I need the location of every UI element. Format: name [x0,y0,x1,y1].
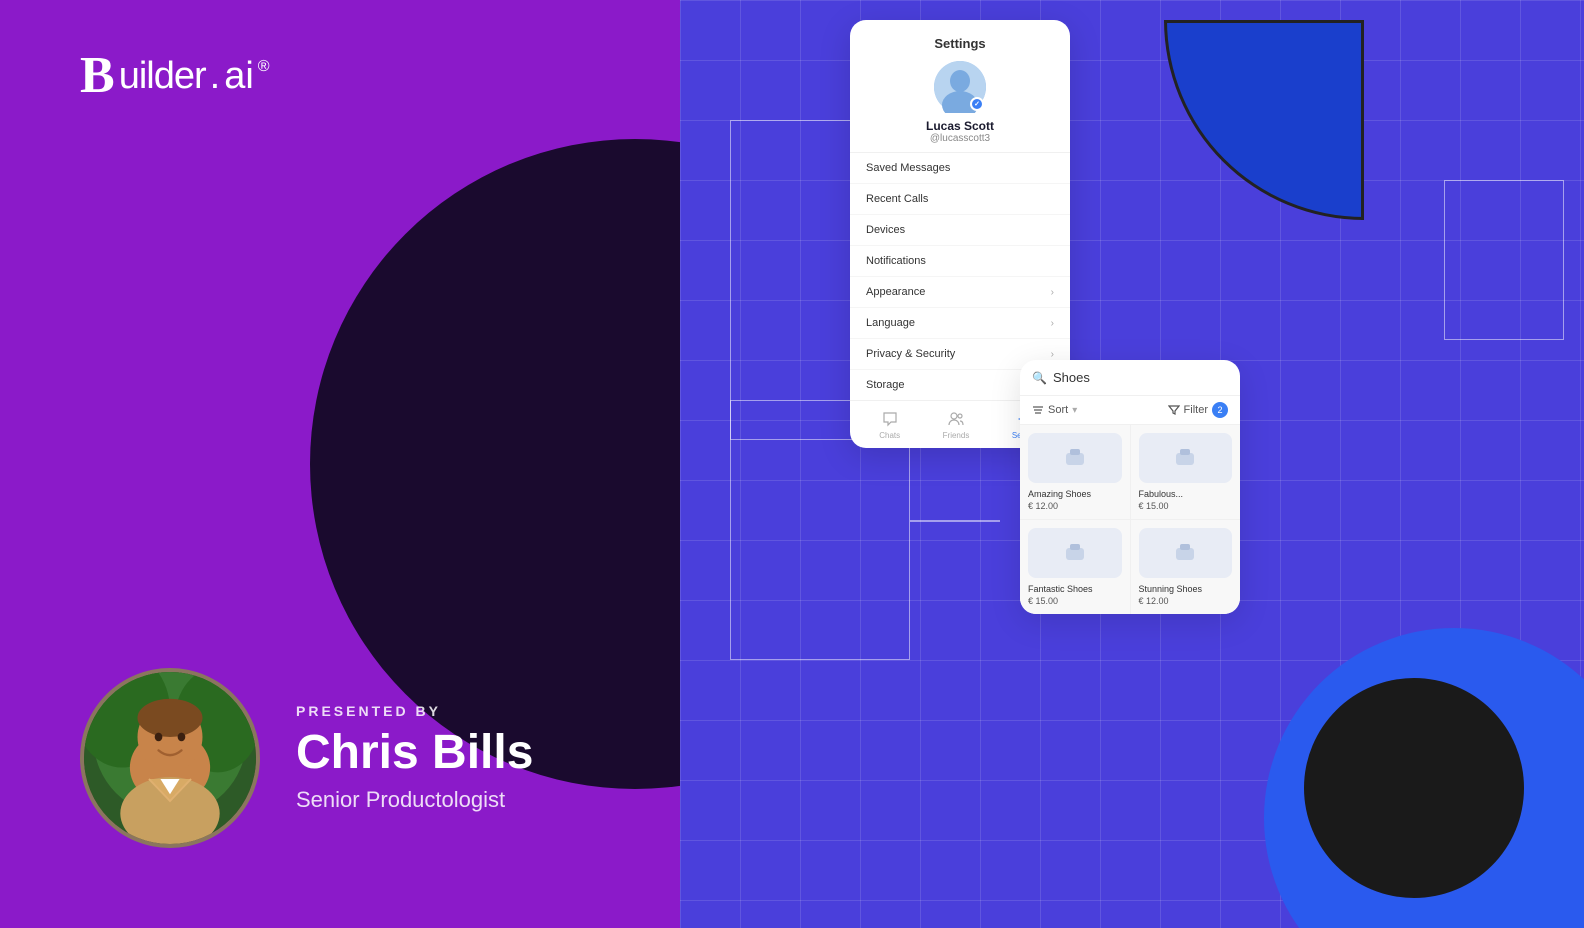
product-price-2: € 15.00 [1139,501,1233,511]
shop-item-4[interactable]: Stunning Shoes € 12.00 [1131,520,1241,614]
connection-line-2 [910,520,1000,522]
shop-item-1[interactable]: Amazing Shoes € 12.00 [1020,425,1130,519]
menu-item-devices[interactable]: Devices [850,215,1070,246]
product-price-4: € 12.00 [1139,596,1233,606]
menu-item-notifications[interactable]: Notifications [850,246,1070,277]
logo-b-letter: B [80,50,115,102]
presenter-name: Chris Bills [296,727,533,780]
presenter-area: PRESENTED BY Chris Bills Senior Producto… [0,668,680,928]
product-image-3 [1028,528,1122,578]
filter-label: Filter [1184,404,1208,416]
search-icon: 🔍 [1032,371,1047,385]
product-name-1: Amazing Shoes [1028,489,1122,499]
user-avatar [934,61,986,113]
left-panel: B uilder . ai ® [0,0,680,928]
product-image-2 [1139,433,1233,483]
logo-area: B uilder . ai ® [0,0,680,152]
menu-item-language[interactable]: Language › [850,308,1070,339]
menu-item-appearance[interactable]: Appearance › [850,277,1070,308]
logo-ai: ai [224,55,254,98]
product-image-4 [1139,528,1233,578]
chats-tab-label: Chats [879,431,900,440]
shop-item-3[interactable]: Fantastic Shoes € 15.00 [1020,520,1130,614]
sort-button[interactable]: Sort ▾ [1032,404,1077,416]
shop-toolbar: Sort ▾ Filter 2 [1020,396,1240,425]
shop-product-grid: Amazing Shoes € 12.00 Fabulous... € 15.0… [1020,425,1240,614]
logo-reg: ® [258,58,270,76]
product-price-1: € 12.00 [1028,501,1122,511]
search-query: Shoes [1053,370,1090,385]
logo-dot: . [210,55,221,98]
chats-icon [880,409,900,429]
logo: B uilder . ai ® [80,50,600,102]
sort-chevron-icon: ▾ [1072,405,1077,416]
product-name-3: Fantastic Shoes [1028,584,1122,594]
presenter-title: Senior Productologist [296,787,533,813]
logo-text: uilder [119,55,206,98]
avatar-verified-badge [970,97,984,111]
nav-tab-chats[interactable]: Chats [879,409,900,440]
filter-count-badge: 2 [1212,402,1228,418]
presenter-info: PRESENTED BY Chris Bills Senior Producto… [296,703,533,814]
chevron-icon: › [1051,287,1054,298]
right-panel: Settings Lucas Scott @lucasscott3 Saved … [680,0,1584,928]
settings-user-name: Lucas Scott [866,119,1054,133]
shop-search-bar[interactable]: 🔍 Shoes [1020,360,1240,396]
product-price-3: € 15.00 [1028,596,1122,606]
friends-icon [946,409,966,429]
settings-user-handle: @lucasscott3 [866,133,1054,144]
chevron-icon: › [1051,349,1054,360]
chevron-icon: › [1051,318,1054,329]
presented-by-label: PRESENTED BY [296,703,533,719]
sort-label: Sort [1048,404,1068,416]
settings-card-header: Settings Lucas Scott @lucasscott3 [850,20,1070,153]
wire-frame-right [1444,180,1564,340]
shop-item-2[interactable]: Fabulous... € 15.00 [1131,425,1241,519]
shop-card: 🔍 Shoes Sort ▾ Filter 2 [1020,360,1240,614]
nav-tab-friends[interactable]: Friends [943,409,970,440]
avatar [80,668,260,848]
menu-item-saved-messages[interactable]: Saved Messages [850,153,1070,184]
friends-tab-label: Friends [943,431,970,440]
product-name-2: Fabulous... [1139,489,1233,499]
product-image-1 [1028,433,1122,483]
menu-item-recent-calls[interactable]: Recent Calls [850,184,1070,215]
small-circle-shape [1304,678,1524,898]
settings-title: Settings [866,36,1054,51]
product-name-4: Stunning Shoes [1139,584,1233,594]
filter-button[interactable]: Filter 2 [1168,402,1228,418]
